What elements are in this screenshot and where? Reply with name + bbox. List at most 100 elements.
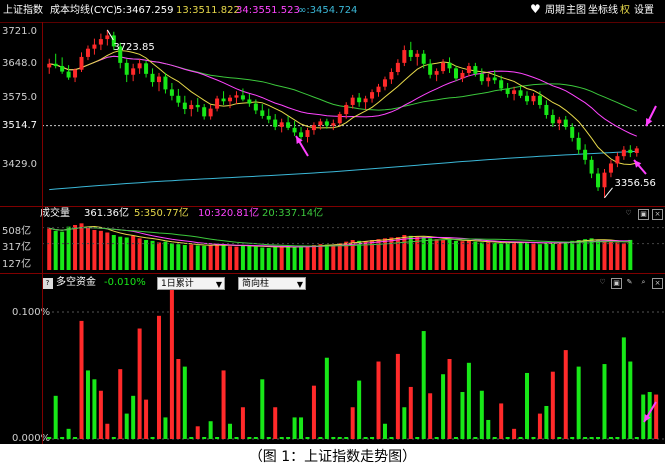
- low-price-label: 3356.56: [614, 178, 655, 189]
- capital-flow-chart[interactable]: [0, 290, 665, 444]
- candle-body: [292, 127, 297, 133]
- capital-flow-bar: [228, 423, 233, 439]
- candle-body: [363, 98, 368, 103]
- candle-body: [415, 53, 420, 57]
- candle-body: [350, 97, 355, 105]
- volume-bar: [266, 247, 271, 270]
- main-chart-button[interactable]: 主图: [566, 5, 586, 17]
- volume-bar: [447, 239, 452, 270]
- heart-outline-icon[interactable]: ♡: [624, 209, 633, 218]
- capital-flow-bar: [305, 437, 310, 439]
- zoom-icon[interactable]: ⌕: [639, 278, 648, 287]
- candle-body: [550, 115, 555, 124]
- volume-bar: [144, 240, 149, 270]
- capital-flow-bar: [137, 328, 142, 439]
- candle-body: [279, 122, 284, 127]
- close-icon[interactable]: ×: [652, 209, 663, 220]
- candle-body: [596, 173, 601, 188]
- candlestick-chart[interactable]: 3723.85 3356.56: [0, 22, 665, 206]
- capital-title: 多空资金: [56, 277, 96, 288]
- capital-flow-bar: [260, 379, 265, 439]
- capital-flow-bar: [460, 392, 465, 439]
- capital-flow-bar: [363, 437, 368, 439]
- period-select[interactable]: 1日累计 ▼: [157, 277, 225, 290]
- volume-bar: [537, 244, 542, 270]
- help-icon[interactable]: ?: [42, 278, 53, 289]
- candle-body: [602, 172, 607, 188]
- candle-body: [299, 132, 304, 137]
- candle-body: [557, 119, 562, 124]
- pencil-icon[interactable]: ✎: [625, 278, 634, 287]
- candle-body: [544, 104, 549, 116]
- capital-flow-bar: [486, 419, 491, 439]
- volume-bar: [53, 230, 58, 270]
- candle-body: [176, 95, 181, 103]
- volume-bar: [182, 245, 187, 270]
- candle-body: [525, 95, 530, 102]
- capital-flow-bar: [344, 437, 349, 439]
- capital-flow-bar: [240, 407, 245, 439]
- capital-flow-bar: [144, 399, 149, 439]
- capital-flow-bar: [150, 437, 155, 439]
- ma-infinite-label: ∞:3454.724: [298, 5, 358, 16]
- ma5-line: [49, 49, 637, 166]
- candle-body: [389, 72, 394, 80]
- period-button[interactable]: 周期: [545, 5, 565, 17]
- capital-flow-bar: [318, 437, 323, 439]
- candle-body: [615, 156, 620, 164]
- capital-flow-bar: [66, 428, 71, 439]
- candle-body: [208, 108, 213, 117]
- candle-body: [169, 89, 174, 96]
- volume-bar: [215, 244, 220, 270]
- candle-body: [473, 66, 478, 74]
- volume-bar: [60, 231, 65, 270]
- candle-body: [357, 97, 362, 103]
- window-icon[interactable]: ▣: [611, 278, 622, 289]
- candle-body: [79, 56, 84, 70]
- candle-body: [583, 149, 588, 160]
- capital-flow-bar: [169, 290, 174, 439]
- heart-outline-icon[interactable]: ♡: [598, 278, 607, 287]
- chart-header-bar: 上证指数 成本均线(CYC) 5:3467.259 13:3511.822 34…: [0, 0, 665, 23]
- axis-line-button[interactable]: 坐标线: [588, 5, 618, 17]
- volume-bar: [608, 241, 613, 270]
- capital-flow-bar: [376, 361, 381, 439]
- close-icon[interactable]: ×: [652, 278, 663, 289]
- adjust-right-button[interactable]: 权: [620, 5, 630, 17]
- capital-flow-bar: [525, 372, 530, 439]
- capital-flow-bar: [221, 370, 226, 439]
- candle-body: [634, 148, 639, 153]
- style-select[interactable]: 简向柱 ▼: [238, 277, 306, 290]
- volume-bar: [382, 238, 387, 270]
- capital-flow-bar: [557, 437, 562, 439]
- volume-ma10: 10:320.81亿: [198, 208, 260, 219]
- capital-flow-bar: [408, 386, 413, 439]
- volume-bar: [260, 247, 265, 270]
- volume-bar: [421, 237, 426, 270]
- volume-ma5: 5:350.77亿: [134, 208, 189, 219]
- capital-flow-bar: [615, 437, 620, 439]
- window-icon[interactable]: ▣: [638, 209, 649, 220]
- indicator-name[interactable]: 成本均线(CYC): [50, 5, 117, 17]
- volume-bar: [531, 243, 536, 270]
- settings-button[interactable]: 设置: [634, 5, 654, 17]
- capital-flow-bar: [163, 417, 168, 439]
- volume-bar: [621, 243, 626, 270]
- index-title: 上证指数: [3, 5, 43, 16]
- volume-bar: [492, 242, 497, 270]
- volume-chart[interactable]: [0, 220, 665, 272]
- high-price-label: 3723.85: [113, 42, 154, 53]
- candle-body: [124, 62, 129, 75]
- capital-flow-bar: [273, 407, 278, 439]
- volume-bar: [98, 230, 103, 270]
- capital-flow-bar: [441, 374, 446, 439]
- volume-ma20: 20:337.14亿: [262, 208, 324, 219]
- volume-bar: [189, 244, 194, 270]
- capital-flow-bar: [195, 426, 200, 439]
- volume-bar: [105, 232, 110, 270]
- candle-body: [479, 73, 484, 82]
- candle-body: [195, 104, 200, 108]
- volume-bar: [318, 244, 323, 270]
- candle-body: [105, 35, 110, 40]
- heart-icon[interactable]: ♥: [530, 3, 541, 15]
